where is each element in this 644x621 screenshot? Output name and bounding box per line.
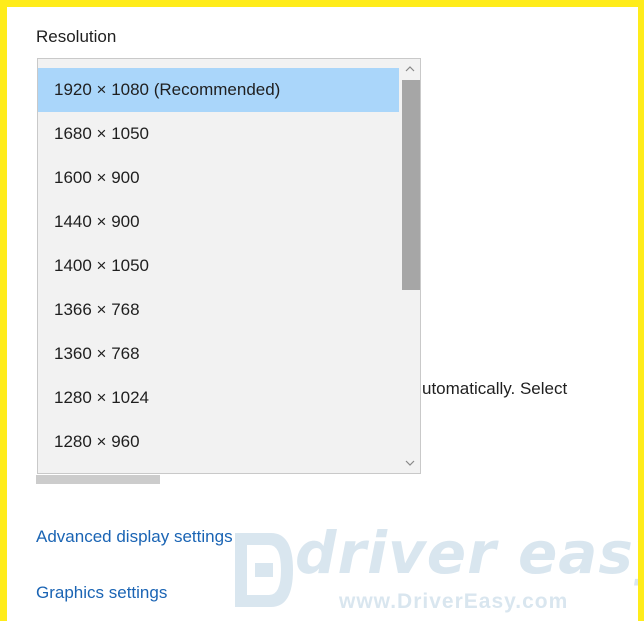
resolution-option-1400x1050[interactable]: 1400 × 1050 xyxy=(38,244,399,288)
resolution-option-1680x1050[interactable]: 1680 × 1050 xyxy=(38,112,399,156)
chevron-down-icon xyxy=(405,460,414,466)
driver-easy-watermark: driver easy www.DriverEasy.com xyxy=(225,519,644,621)
resolution-option-1600x900[interactable]: 1600 × 900 xyxy=(38,156,399,200)
settings-frame: Resolution utomatically. Select Advanced… xyxy=(0,0,644,621)
resolution-option-1280x1024[interactable]: 1280 × 1024 xyxy=(38,376,399,420)
resolution-option-1920x1080[interactable]: 1920 × 1080 (Recommended) xyxy=(38,68,399,112)
resolution-option-1360x768[interactable]: 1360 × 768 xyxy=(38,332,399,376)
resolution-option-1366x768[interactable]: 1366 × 768 xyxy=(38,288,399,332)
resolution-option-1280x960[interactable]: 1280 × 960 xyxy=(38,420,399,464)
resolution-options: 1920 × 1080 (Recommended) 1680 × 1050 16… xyxy=(38,68,399,464)
graphics-settings-link[interactable]: Graphics settings xyxy=(36,583,167,603)
scroll-up-button[interactable] xyxy=(399,59,420,79)
resolution-label: Resolution xyxy=(36,27,117,46)
chevron-up-icon xyxy=(405,66,414,72)
watermark-brand-text: driver easy xyxy=(295,519,644,587)
resolution-option-1440x900[interactable]: 1440 × 900 xyxy=(38,200,399,244)
dropdown-scrollbar[interactable] xyxy=(399,59,420,473)
scrollbar-thumb[interactable] xyxy=(402,80,420,290)
background-dropdown-edge xyxy=(36,475,160,484)
advanced-display-settings-link[interactable]: Advanced display settings xyxy=(36,527,233,547)
scroll-down-button[interactable] xyxy=(399,453,420,473)
watermark-url-text: www.DriverEasy.com xyxy=(339,590,569,613)
resolution-dropdown-list[interactable]: 1920 × 1080 (Recommended) 1680 × 1050 16… xyxy=(37,58,421,474)
background-description-text: utomatically. Select xyxy=(422,379,568,398)
driver-easy-logo-icon xyxy=(235,533,293,607)
